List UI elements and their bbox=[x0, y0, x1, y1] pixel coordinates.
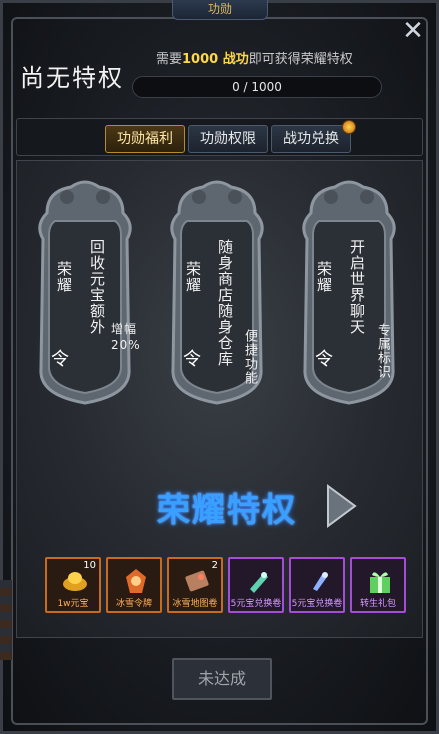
token-sub: 增幅20% bbox=[111, 322, 141, 352]
progress-bar: 0 / 1000 bbox=[132, 76, 382, 98]
next-arrow-icon[interactable] bbox=[324, 483, 358, 529]
token-seal: 令 bbox=[183, 349, 201, 370]
voucher-icon bbox=[313, 572, 328, 591]
tab-merit-permissions[interactable]: 功勋权限 bbox=[188, 125, 268, 153]
tab-bar: 功勋福利 功勋权限 战功兑换 bbox=[16, 118, 423, 156]
reward-item[interactable]: 转生礼包 bbox=[350, 557, 406, 613]
reward-name: 5元宝兑换卷 bbox=[291, 599, 343, 609]
token-name: 荣耀 bbox=[55, 261, 73, 293]
token-sub: 便捷功能 bbox=[242, 329, 257, 385]
token-seal: 令 bbox=[315, 349, 333, 370]
map-scroll-icon bbox=[185, 570, 209, 592]
privilege-title: 荣耀特权 bbox=[157, 490, 297, 529]
background-edge bbox=[0, 580, 12, 660]
reward-name: 1w元宝 bbox=[57, 599, 89, 609]
honor-token-2: 荣耀 随身商店随身仓库 便捷功能 令 bbox=[159, 173, 275, 409]
token-description: 开启世界聊天 bbox=[348, 239, 366, 335]
token-plaque-icon bbox=[38, 180, 132, 405]
ice-token-icon bbox=[126, 569, 146, 593]
reward-item[interactable]: 5元宝兑换卷 bbox=[289, 557, 345, 613]
reward-name: 冰雪令牌 bbox=[115, 599, 152, 609]
progress-text: 0 / 1000 bbox=[232, 80, 282, 94]
reward-name: 冰雪地图卷 bbox=[172, 599, 218, 609]
gift-box-icon bbox=[370, 572, 390, 593]
reward-item[interactable]: 5元宝兑换卷 bbox=[228, 557, 284, 613]
token-name: 荣耀 bbox=[315, 261, 333, 293]
reward-item[interactable]: 2 冰雪地图卷 bbox=[167, 557, 223, 613]
requirement-suffix: 即可获得荣耀特权 bbox=[248, 52, 353, 67]
reward-name: 5元宝兑换卷 bbox=[230, 599, 282, 609]
tab-label: 功勋福利 bbox=[117, 131, 173, 147]
reward-count: 10 bbox=[83, 560, 96, 571]
tab-label: 功勋权限 bbox=[200, 131, 256, 147]
reward-count: 2 bbox=[211, 560, 218, 571]
token-seal: 令 bbox=[51, 349, 69, 370]
reward-item[interactable]: 冰雪令牌 bbox=[106, 557, 162, 613]
notification-badge-icon bbox=[342, 120, 356, 134]
token-sub: 专属标识 bbox=[375, 323, 390, 379]
token-name: 荣耀 bbox=[184, 261, 202, 293]
claim-button[interactable]: 未达成 bbox=[172, 658, 272, 700]
close-icon[interactable]: ✕ bbox=[401, 18, 425, 44]
reward-list: 10 1w元宝 冰雪令牌 2 冰雪地图卷 5元宝兑换卷 5元宝兑换卷 转生礼包 bbox=[45, 557, 409, 613]
requirement-prefix: 需要 bbox=[156, 52, 183, 67]
benefits-panel: 荣耀 回收元宝额外 增幅20% 令 荣耀 随身商店随身仓库 便捷功能 令 荣耀 … bbox=[16, 160, 423, 638]
honor-token-3: 荣耀 开启世界聊天 专属标识 令 bbox=[291, 173, 407, 409]
token-description: 回收元宝额外 bbox=[88, 239, 106, 335]
requirement-amount: 1000 战功 bbox=[182, 52, 249, 67]
window-top-tab: 功勋 bbox=[172, 0, 268, 20]
honor-token-1: 荣耀 回收元宝额外 增幅20% 令 bbox=[27, 173, 143, 409]
requirement-text: 需要1000 战功即可获得荣耀特权 bbox=[156, 48, 353, 67]
voucher-icon bbox=[250, 572, 268, 593]
token-description: 随身商店随身仓库 bbox=[216, 239, 234, 367]
reward-item[interactable]: 10 1w元宝 bbox=[45, 557, 101, 613]
gold-ingot-icon bbox=[63, 572, 87, 591]
page-title: 尚无特权 bbox=[20, 64, 124, 92]
tab-merit-benefits[interactable]: 功勋福利 bbox=[105, 125, 185, 153]
tab-merit-exchange[interactable]: 战功兑换 bbox=[271, 120, 356, 153]
tab-label: 战功兑换 bbox=[283, 131, 339, 147]
reward-name: 转生礼包 bbox=[359, 599, 396, 609]
